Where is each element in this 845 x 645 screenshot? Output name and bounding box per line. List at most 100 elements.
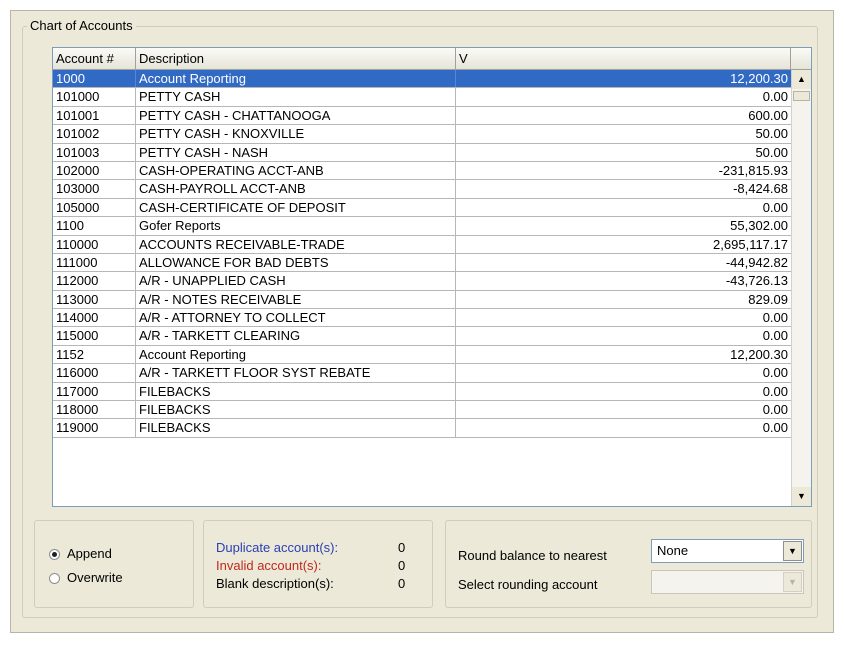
description-cell: Account Reporting bbox=[136, 345, 456, 364]
table-row[interactable]: 105000 CASH-CERTIFICATE OF DEPOSIT 0.00 bbox=[53, 198, 791, 218]
rounding-account-label: Select rounding account bbox=[458, 577, 598, 592]
table-row[interactable]: 112000 A/R - UNAPPLIED CASH -43,726.13 bbox=[53, 272, 791, 291]
group-title: Chart of Accounts bbox=[27, 19, 136, 33]
description-cell: A/R - ATTORNEY TO COLLECT bbox=[136, 309, 456, 327]
grid-rows: 1000 Account Reporting 12,200.30 101000 PETT… bbox=[53, 70, 791, 438]
account-cell: 101000 bbox=[53, 88, 136, 106]
table-row[interactable]: 113000 A/R - NOTES RECEIVABLE 829.09 bbox=[53, 290, 791, 310]
account-cell: 110000 bbox=[53, 235, 136, 253]
table-row[interactable]: 1100 Gofer Reports 55,302.00 bbox=[53, 217, 791, 236]
rounding-box: Round balance to nearest None ▼ Select r… bbox=[445, 520, 812, 608]
description-cell: ALLOWANCE FOR BAD DEBTS bbox=[136, 253, 456, 272]
account-cell: 101003 bbox=[53, 143, 136, 161]
column-header-filler bbox=[791, 48, 811, 69]
round-nearest-value: None bbox=[657, 543, 689, 558]
account-cell: 114000 bbox=[53, 309, 136, 327]
column-header-account[interactable]: Account # bbox=[53, 48, 136, 69]
table-row[interactable]: 117000 FILEBACKS 0.00 bbox=[53, 382, 791, 402]
invalid-label: Invalid account(s): bbox=[216, 558, 322, 573]
value-cell: 0.00 bbox=[762, 365, 788, 381]
blank-label: Blank description(s): bbox=[216, 576, 334, 591]
blank-count: 0 bbox=[398, 576, 406, 591]
table-row[interactable]: 101000 PETTY CASH 0.00 bbox=[53, 88, 791, 107]
chevron-down-icon[interactable]: ▼ bbox=[783, 541, 802, 561]
value-cell: -231,815.93 bbox=[718, 162, 788, 178]
account-cell: 105000 bbox=[53, 198, 136, 217]
table-row[interactable]: 101001 PETTY CASH - CHATTANOOGA 600.00 bbox=[53, 106, 791, 126]
value-cell: 829.09 bbox=[748, 291, 788, 307]
value-cell: 0.00 bbox=[762, 383, 788, 399]
radio-append-indicator[interactable] bbox=[49, 548, 60, 560]
description-cell: CASH-PAYROLL ACCT-ANB bbox=[136, 180, 456, 198]
account-cell: 1100 bbox=[53, 217, 136, 235]
radio-append-label: Append bbox=[67, 546, 112, 561]
table-row[interactable]: 110000 ACCOUNTS RECEIVABLE-TRADE 2,695,117… bbox=[53, 235, 791, 254]
column-header-description[interactable]: Description bbox=[136, 48, 456, 69]
table-row[interactable]: 119000 FILEBACKS 0.00 bbox=[53, 419, 791, 438]
round-nearest-select[interactable]: None ▼ bbox=[651, 539, 804, 563]
scroll-down-icon[interactable]: ▼ bbox=[792, 487, 811, 506]
vertical-scrollbar[interactable]: ▲ ▼ bbox=[791, 70, 811, 506]
table-row[interactable]: 111000 ALLOWANCE FOR BAD DEBTS -44,942.82 bbox=[53, 253, 791, 273]
radio-overwrite[interactable]: Overwrite bbox=[49, 569, 123, 587]
duplicate-stat: Duplicate account(s): 0 bbox=[216, 540, 405, 556]
account-cell: 115000 bbox=[53, 327, 136, 345]
table-row[interactable]: 101002 PETTY CASH - KNOXVILLE 50.00 bbox=[53, 125, 791, 144]
radio-overwrite-indicator[interactable] bbox=[49, 572, 60, 584]
description-cell: FILEBACKS bbox=[136, 401, 456, 419]
account-cell: 117000 bbox=[53, 382, 136, 401]
account-cell: 101002 bbox=[53, 125, 136, 143]
table-row[interactable]: 102000 CASH-OPERATING ACCT-ANB -231,815.93 bbox=[53, 161, 791, 181]
table-row[interactable]: 115000 A/R - TARKETT CLEARING 0.00 bbox=[53, 327, 791, 346]
table-row[interactable]: 118000 FILEBACKS 0.00 bbox=[53, 401, 791, 420]
table-row[interactable]: 101003 PETTY CASH - NASH 50.00 bbox=[53, 143, 791, 162]
account-cell: 112000 bbox=[53, 272, 136, 290]
table-row[interactable]: 1000 Account Reporting 12,200.30 bbox=[53, 70, 791, 89]
value-cell: 12,200.30 bbox=[730, 71, 788, 86]
account-cell: 119000 bbox=[53, 419, 136, 437]
rounding-account-select[interactable]: ▼ bbox=[651, 570, 804, 594]
value-cell: 55,302.00 bbox=[730, 218, 788, 234]
description-cell: PETTY CASH bbox=[136, 88, 456, 106]
table-row[interactable]: 1152 Account Reporting 12,200.30 bbox=[53, 345, 791, 365]
value-cell: 0.00 bbox=[762, 310, 788, 326]
value-cell: -44,942.82 bbox=[725, 254, 788, 270]
grid-header: Account # Description V bbox=[53, 48, 811, 70]
account-cell: 116000 bbox=[53, 364, 136, 382]
value-cell: 0.00 bbox=[762, 89, 788, 105]
value-cell: 2,695,117.17 bbox=[713, 236, 788, 252]
description-cell: A/R - NOTES RECEIVABLE bbox=[136, 290, 456, 309]
value-cell: 50.00 bbox=[755, 126, 788, 142]
accounts-grid[interactable]: Account # Description V 1000 Account Repo… bbox=[52, 47, 812, 507]
table-row[interactable]: 114000 A/R - ATTORNEY TO COLLECT 0.00 bbox=[53, 309, 791, 328]
value-cell: -43,726.13 bbox=[725, 273, 788, 289]
value-cell: -8,424.68 bbox=[733, 181, 788, 197]
table-row[interactable]: 103000 CASH-PAYROLL ACCT-ANB -8,424.68 bbox=[53, 180, 791, 199]
scroll-thumb[interactable] bbox=[793, 91, 810, 101]
description-cell: CASH-OPERATING ACCT-ANB bbox=[136, 161, 456, 180]
duplicate-count: 0 bbox=[398, 540, 406, 555]
value-cell: 0.00 bbox=[762, 402, 788, 418]
account-cell: 1152 bbox=[53, 345, 136, 364]
invalid-stat: Invalid account(s): 0 bbox=[216, 558, 405, 574]
account-cell: 118000 bbox=[53, 401, 136, 419]
description-cell: Account Reporting bbox=[136, 70, 456, 88]
account-cell: 103000 bbox=[53, 180, 136, 198]
description-cell: Gofer Reports bbox=[136, 217, 456, 235]
description-cell: A/R - TARKETT FLOOR SYST REBATE bbox=[136, 364, 456, 382]
description-cell: PETTY CASH - KNOXVILLE bbox=[136, 125, 456, 143]
value-cell: 600.00 bbox=[748, 107, 788, 123]
blank-stat: Blank description(s): 0 bbox=[216, 576, 405, 592]
radio-append[interactable]: Append bbox=[49, 545, 112, 563]
description-cell: ACCOUNTS RECEIVABLE-TRADE bbox=[136, 235, 456, 253]
column-header-value[interactable]: V bbox=[456, 48, 791, 69]
scroll-up-icon[interactable]: ▲ bbox=[792, 70, 811, 89]
description-cell: PETTY CASH - NASH bbox=[136, 143, 456, 161]
table-row[interactable]: 116000 A/R - TARKETT FLOOR SYST REBATE 0.0… bbox=[53, 364, 791, 383]
stats-box: Duplicate account(s): 0 Invalid account(… bbox=[203, 520, 433, 608]
mode-box: Append Overwrite bbox=[34, 520, 194, 608]
round-label: Round balance to nearest bbox=[458, 548, 607, 563]
invalid-count: 0 bbox=[398, 558, 406, 573]
description-cell: CASH-CERTIFICATE OF DEPOSIT bbox=[136, 198, 456, 217]
value-cell: 0.00 bbox=[762, 328, 788, 344]
